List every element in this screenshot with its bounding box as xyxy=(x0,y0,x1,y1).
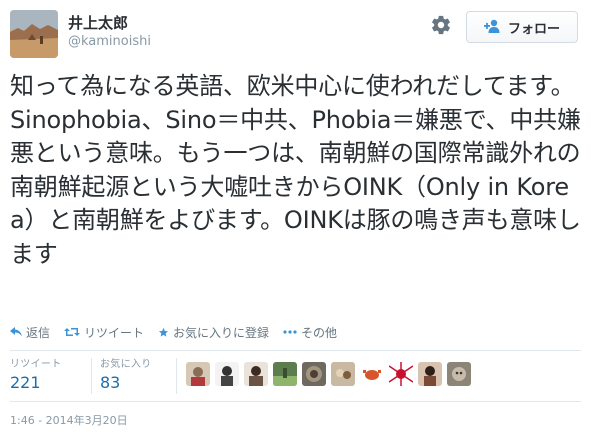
favorite-count-label: お気に入り xyxy=(100,359,152,370)
favorite-label: お気に入りに登録 xyxy=(173,325,270,340)
retweet-icon xyxy=(64,327,81,337)
tweet-stats: リツイート 221 お気に入り 83 xyxy=(10,358,172,394)
gear-icon[interactable] xyxy=(430,14,452,36)
reply-label: 返信 xyxy=(26,325,51,340)
star-icon xyxy=(158,327,169,338)
add-user-icon xyxy=(483,18,502,37)
user-fullname[interactable]: 井上太郎 xyxy=(68,13,151,33)
follow-label: フォロー xyxy=(507,21,560,37)
user-avatar[interactable] xyxy=(360,362,384,386)
more-action[interactable]: その他 xyxy=(283,324,337,341)
retweet-count-value: 221 xyxy=(10,373,41,392)
user-avatar[interactable] xyxy=(389,362,413,386)
tweet-actions: 返信 リツイート お気に入りに登録 その他 xyxy=(10,322,351,342)
user-avatar[interactable] xyxy=(302,362,326,386)
user-names: 井上太郎 @kaminoishi xyxy=(68,13,151,51)
user-screen-name[interactable]: @kaminoishi xyxy=(68,33,151,51)
user-avatar[interactable] xyxy=(10,10,58,58)
user-avatar[interactable] xyxy=(273,362,297,386)
more-dots-icon xyxy=(283,330,297,334)
reply-icon xyxy=(10,327,22,337)
user-avatar[interactable] xyxy=(244,362,268,386)
tweet-text: 知って為になる英語、欧米中心に使われだしてます。Sinophobia、Sino＝… xyxy=(10,72,581,268)
user-avatar[interactable] xyxy=(186,362,210,386)
divider xyxy=(10,401,581,402)
retweet-label: リツイート xyxy=(84,325,145,340)
divider xyxy=(10,350,581,351)
stat-divider xyxy=(176,358,177,394)
follow-button[interactable]: フォロー xyxy=(466,11,578,43)
retweet-count[interactable]: リツイート 221 xyxy=(10,358,91,394)
user-avatar[interactable] xyxy=(215,362,239,386)
avatar-image xyxy=(10,10,58,58)
reply-action[interactable]: 返信 xyxy=(10,324,50,341)
more-label: その他 xyxy=(301,325,338,340)
engaged-users xyxy=(186,362,471,386)
favorite-count[interactable]: お気に入り 83 xyxy=(91,358,172,394)
retweet-action[interactable]: リツイート xyxy=(64,324,144,341)
tweet-timestamp[interactable]: 1:46 - 2014年3月20日 xyxy=(10,412,128,428)
retweet-count-label: リツイート xyxy=(10,359,62,370)
favorite-count-value: 83 xyxy=(100,373,121,392)
favorite-action[interactable]: お気に入りに登録 xyxy=(158,324,269,341)
user-avatar[interactable] xyxy=(331,362,355,386)
user-avatar[interactable] xyxy=(447,362,471,386)
user-avatar[interactable] xyxy=(418,362,442,386)
tweet-header: 井上太郎 @kaminoishi フォロー xyxy=(10,10,581,58)
